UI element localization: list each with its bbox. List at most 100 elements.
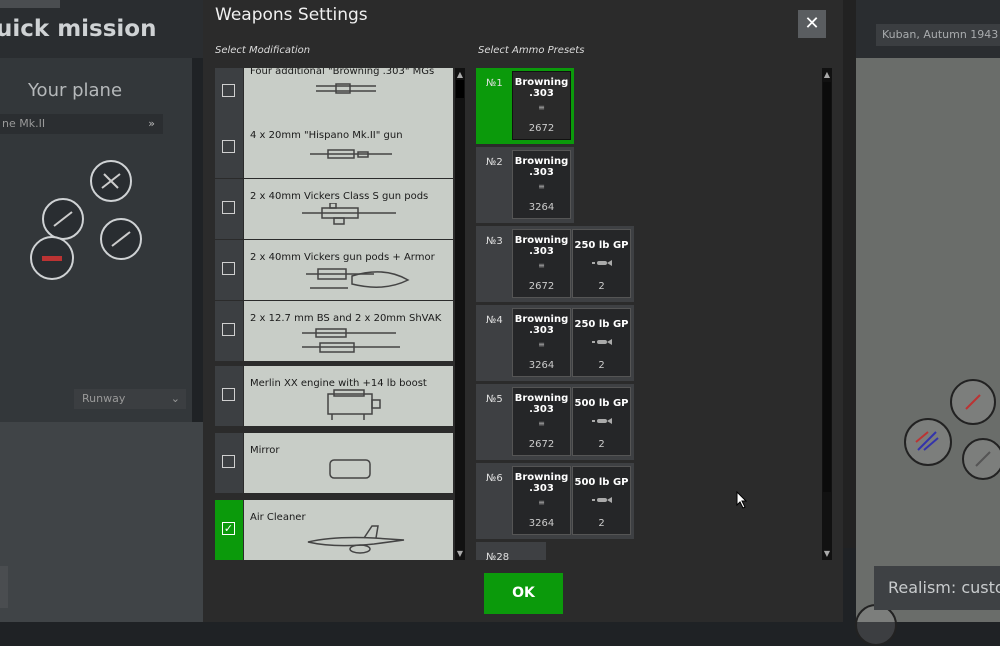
ammo-name: Browning .303 xyxy=(514,156,569,178)
mixed-guns-icon xyxy=(302,328,400,353)
flight-marker-icon[interactable] xyxy=(962,438,1000,480)
airfield-select[interactable]: Runway ⌄ xyxy=(74,389,186,409)
chevron-down-icon: ⌄ xyxy=(170,392,180,405)
scrollbar-thumb[interactable] xyxy=(823,82,831,492)
bullet-belt-icon: ≡ xyxy=(538,182,545,191)
bullet-belt-icon: ≡ xyxy=(538,498,545,507)
scroll-down-arrow-icon[interactable]: ▼ xyxy=(455,549,465,558)
scroll-up-arrow-icon[interactable]: ▲ xyxy=(455,70,465,79)
flight-marker-icon[interactable] xyxy=(30,236,74,280)
ammo-slot: 500 lb GP 2 xyxy=(572,387,631,456)
modification-list[interactable]: Four additional "Browning .303" MGs 4 x … xyxy=(215,68,453,560)
back-tab[interactable] xyxy=(0,0,60,8)
location-label: Kuban, Autumn 1943 xyxy=(876,24,1000,46)
ammo-slot: Browning .303 ≡ 2672 xyxy=(512,71,571,140)
bullet-belt-icon: ≡ xyxy=(538,340,545,349)
modification-item[interactable]: Merlin XX engine with +14 lb boost xyxy=(215,366,453,426)
ammo-slot: 500 lb GP 2 xyxy=(572,466,631,535)
ammo-slot: 250 lb GP 2 xyxy=(572,308,631,377)
ammo-preset-4[interactable]: №4 Browning .303 ≡ 3264 250 lb GP 2 xyxy=(476,305,634,381)
preset-number: №2 xyxy=(486,157,503,168)
modification-item[interactable]: 2 x 40mm Vickers gun pods + Armor xyxy=(215,240,453,300)
ammo-preset-1[interactable]: №1 Browning .303 ≡ 2672 xyxy=(476,68,574,144)
plane-selector-value: ne Mk.II xyxy=(2,117,46,130)
plane-panel xyxy=(0,58,192,422)
ammo-preset-7[interactable]: №28 xyxy=(476,542,546,560)
modification-name: Air Cleaner xyxy=(250,512,306,523)
close-button[interactable]: ✕ xyxy=(798,10,826,38)
double-chevron-icon[interactable]: » xyxy=(148,114,155,134)
ammo-slot: Browning .303 ≡ 2672 xyxy=(512,387,571,456)
modification-item[interactable]: Mirror xyxy=(215,433,453,493)
flight-marker-icon[interactable] xyxy=(90,160,132,202)
map-area[interactable] xyxy=(0,422,203,622)
realism-button[interactable]: Realism: custom xyxy=(874,566,1000,610)
modification-checkbox[interactable] xyxy=(215,68,243,122)
map-area[interactable] xyxy=(856,58,1000,622)
ammo-name: Browning .303 xyxy=(514,472,569,494)
presets-scrollbar[interactable]: ▲ ▼ xyxy=(822,68,832,560)
bomb-icon xyxy=(573,338,630,348)
modification-item[interactable]: 2 x 40mm Vickers Class S gun pods xyxy=(215,179,453,239)
ammo-preset-5[interactable]: №5 Browning .303 ≡ 2672 500 lb GP 2 xyxy=(476,384,634,460)
preset-number: №6 xyxy=(486,473,503,484)
ammo-name: 250 lb GP xyxy=(574,319,629,330)
modification-name: Mirror xyxy=(250,445,280,456)
gun-pod-armor-icon xyxy=(306,268,410,289)
ammo-name: Browning .303 xyxy=(514,77,569,99)
flight-marker-icon[interactable] xyxy=(950,379,996,425)
ammo-count: 2 xyxy=(598,518,605,529)
bomb-icon xyxy=(573,417,630,427)
side-button[interactable] xyxy=(0,566,8,608)
ammo-slot: Browning .303 ≡ 2672 xyxy=(512,229,571,298)
your-plane-heading: Your plane xyxy=(27,80,123,101)
modification-checkbox[interactable] xyxy=(215,433,243,493)
ammo-preset-3[interactable]: №3 Browning .303 ≡ 2672 250 lb GP 2 xyxy=(476,226,634,302)
ok-button[interactable]: OK xyxy=(484,573,563,614)
modification-checkbox[interactable] xyxy=(215,240,243,300)
modification-item[interactable]: 2 x 12.7 mm BS and 2 x 20mm ShVAK xyxy=(215,301,453,361)
preset-number: №5 xyxy=(486,394,503,405)
flight-marker-icon[interactable] xyxy=(904,418,952,466)
mg-pair-icon xyxy=(316,83,376,94)
bomb-icon xyxy=(573,259,630,269)
scrollbar-thumb[interactable] xyxy=(456,80,464,98)
flight-marker-icon[interactable] xyxy=(855,604,897,646)
flight-marker-icon[interactable] xyxy=(100,218,142,260)
modification-name: 4 x 20mm "Hispano Mk.II" gun xyxy=(250,130,403,141)
screen-title: uick mission xyxy=(0,16,157,42)
modification-checkbox[interactable] xyxy=(215,118,243,178)
modification-item[interactable]: Four additional "Browning .303" MGs xyxy=(215,68,453,122)
plane-selector[interactable]: ne Mk.II » xyxy=(0,114,163,134)
flight-marker-icon[interactable] xyxy=(42,198,84,240)
ammo-count: 3264 xyxy=(528,202,555,213)
airfield-select-value: Runway xyxy=(82,392,126,405)
modification-checkbox[interactable]: ✓ xyxy=(215,500,243,560)
ammo-slot: Browning .303 ≡ 3264 xyxy=(512,466,571,535)
ammo-name: 250 lb GP xyxy=(574,240,629,251)
modification-checkbox[interactable] xyxy=(215,179,243,239)
preset-number: №4 xyxy=(486,315,503,326)
cannon-icon xyxy=(310,149,392,159)
modification-item[interactable]: 4 x 20mm "Hispano Mk.II" gun xyxy=(215,118,453,178)
ammo-name: Browning .303 xyxy=(514,235,569,257)
ammo-name: Browning .303 xyxy=(514,393,569,415)
air-cleaner-icon xyxy=(307,525,405,554)
scroll-down-arrow-icon[interactable]: ▼ xyxy=(822,549,832,558)
modification-item[interactable]: ✓ Air Cleaner xyxy=(215,500,453,560)
modification-scrollbar[interactable]: ▲ ▼ xyxy=(455,68,465,560)
scroll-up-arrow-icon[interactable]: ▲ xyxy=(822,70,832,79)
ammo-count: 2672 xyxy=(528,123,555,134)
ammo-count: 3264 xyxy=(528,360,555,371)
ammo-slot: Browning .303 ≡ 3264 xyxy=(512,308,571,377)
bullet-belt-icon: ≡ xyxy=(538,103,545,112)
ammo-preset-6[interactable]: №6 Browning .303 ≡ 3264 500 lb GP 2 xyxy=(476,463,634,539)
modification-checkbox[interactable] xyxy=(215,301,243,361)
ammo-preset-2[interactable]: №2 Browning .303 ≡ 3264 xyxy=(476,147,574,223)
bomb-icon xyxy=(573,496,630,506)
ammo-count: 2 xyxy=(598,360,605,371)
ammo-preset-list[interactable]: №1 Browning .303 ≡ 2672 №2 Browning .303 ≡ 3264… xyxy=(476,68,826,560)
modifications-heading: Select Modification xyxy=(215,45,311,56)
modification-name: Four additional "Browning .303" MGs xyxy=(250,68,435,77)
modification-checkbox[interactable] xyxy=(215,366,243,426)
